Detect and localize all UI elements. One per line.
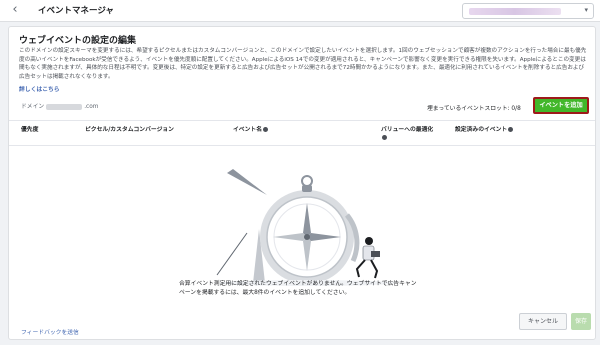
- column-event-name: イベント名: [233, 126, 268, 134]
- domain-name-redacted: [46, 103, 83, 110]
- account-selector[interactable]: ▾: [462, 3, 594, 19]
- domain-suffix: .com: [84, 104, 99, 110]
- add-event-button[interactable]: イベントを追加: [533, 97, 589, 114]
- stick-shape: [216, 232, 248, 276]
- app-title: イベントマネージャ: [38, 6, 114, 16]
- person-leg-right: [370, 259, 379, 279]
- person-laptop: [371, 251, 380, 257]
- chevron-down-icon: ▾: [584, 6, 588, 14]
- column-configured-events: 設定済みのイベント: [455, 126, 514, 134]
- column-value-label: バリューへの最適化: [381, 127, 434, 133]
- top-bar: ‹ イベントマネージャ ▾: [0, 0, 600, 22]
- account-name-redacted: [469, 8, 561, 15]
- column-pixel: ピクセル/カスタムコンバージョン: [85, 126, 174, 134]
- column-priority: 優先度: [21, 126, 38, 134]
- column-pixel-label: ピクセル/カスタムコンバージョン: [85, 127, 174, 133]
- person-head: [365, 237, 373, 245]
- needle-center: [304, 234, 310, 240]
- column-configured-label: 設定済みのイベント: [455, 127, 508, 133]
- back-chevron-icon[interactable]: ‹: [8, 3, 22, 17]
- learn-more-link[interactable]: 詳しくはこちら: [19, 84, 60, 93]
- feedback-link[interactable]: フィードバックを送信: [21, 327, 79, 336]
- save-button[interactable]: 保存: [571, 313, 591, 330]
- table-header-divider: [9, 145, 595, 146]
- domain-prefix: ドメイン: [21, 104, 45, 110]
- arrow-shape: [227, 169, 267, 195]
- column-priority-label: 優先度: [21, 127, 39, 133]
- panel-description: このドメインの設定スキーマを変更するには、希望するピクセルまたはカスタムコンバー…: [19, 48, 587, 80]
- domain-label: ドメイン .com: [21, 101, 98, 110]
- edit-web-events-panel: ウェブイベントの設定の編集 このドメインの設定スキーマを変更するには、希望するピ…: [8, 26, 596, 340]
- panel-title: ウェブイベントの設定の編集: [19, 36, 137, 46]
- column-value-optimization: バリューへの最適化: [381, 126, 437, 142]
- empty-state-message: 合算イベント測定用に設定されたウェブイベントがありません。ウェブサイトで広告キャ…: [179, 281, 417, 296]
- compass-ring: [301, 175, 313, 187]
- person-leg-left: [355, 259, 366, 278]
- info-icon[interactable]: [382, 135, 387, 140]
- table-top-divider: [9, 120, 595, 121]
- info-icon[interactable]: [508, 127, 514, 132]
- info-icon[interactable]: [263, 127, 268, 132]
- compass-illustration: [216, 169, 395, 286]
- column-event-name-label: イベント名: [233, 127, 262, 133]
- event-slots-count: 埋まっているイベントスロット: 0/8: [427, 106, 521, 112]
- cancel-button[interactable]: キャンセル: [519, 313, 567, 330]
